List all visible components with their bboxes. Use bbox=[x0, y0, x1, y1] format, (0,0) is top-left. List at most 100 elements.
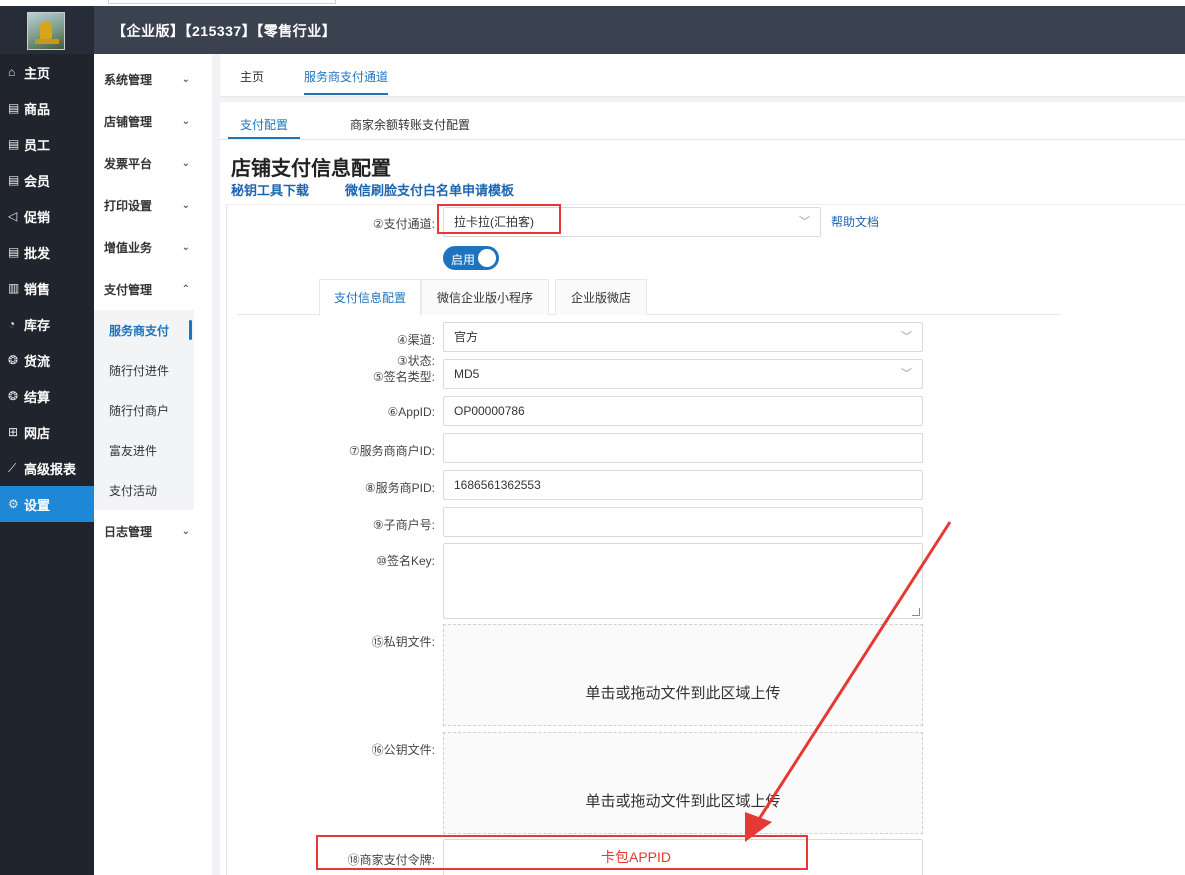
page-tab-bar: 主页 服务商支付通道 bbox=[220, 54, 1185, 96]
sidebar-item-label: 货流 bbox=[24, 353, 51, 369]
token-highlight-box bbox=[316, 835, 808, 870]
subnav-item-sxf-onboarding[interactable]: 随行付进件 bbox=[94, 350, 194, 390]
subnav-group-store[interactable]: 店铺管理 ⌄ bbox=[94, 100, 212, 142]
subnav-item-provider-payment[interactable]: 服务商支付 bbox=[94, 310, 194, 350]
sidebar-item-reports[interactable]: ⟋ 高级报表 bbox=[0, 450, 94, 486]
tab-balance-transfer-config[interactable]: 商家余额转账支付配置 bbox=[350, 116, 470, 133]
sidebar-item-online-store[interactable]: ⊞ 网店 bbox=[0, 414, 94, 450]
sidebar-item-staff[interactable]: ▤ 员工 bbox=[0, 126, 94, 162]
promotion-icon: ◁ bbox=[8, 209, 18, 223]
status-toggle-text: 启用 bbox=[451, 253, 476, 267]
subnav-item-payment-activity[interactable]: 支付活动 bbox=[94, 470, 194, 510]
tab-wechat-mini-program[interactable]: 微信企业版小程序 bbox=[421, 279, 549, 315]
channel-highlight-box bbox=[437, 204, 561, 234]
chevron-down-icon: ⌄ bbox=[181, 73, 190, 85]
toggle-knob bbox=[478, 249, 496, 267]
subnav-group-label: 增值业务 bbox=[104, 240, 153, 255]
sidebar-item-settings[interactable]: ⚙ 设置 bbox=[0, 486, 94, 522]
config-tab-bar: 支付配置 商家余额转账支付配置 bbox=[220, 102, 1185, 140]
merchant-id-input[interactable] bbox=[443, 433, 923, 463]
sidebar-item-label: 销售 bbox=[24, 281, 51, 297]
chevron-down-icon: ⌄ bbox=[181, 157, 190, 169]
channel-label: ②支付通道: bbox=[372, 217, 435, 231]
logo-area bbox=[0, 6, 94, 54]
chevron-down-icon: ⌄ bbox=[181, 241, 190, 253]
pid-input[interactable]: 1686561362553 bbox=[443, 470, 923, 500]
gift-icon: ⊞ bbox=[8, 425, 19, 439]
sign-key-label: ⑩签名Key: bbox=[376, 554, 435, 568]
token-annotation: 卡包APPID bbox=[601, 849, 672, 865]
staff-icon: ▤ bbox=[8, 137, 20, 151]
chevron-down-icon: ⌄ bbox=[181, 525, 190, 537]
sub-merchant-input[interactable] bbox=[443, 507, 923, 537]
appid-input[interactable]: OP00000786 bbox=[443, 396, 923, 426]
bar-chart-icon: ▥ bbox=[8, 281, 20, 295]
sidebar-item-label: 促销 bbox=[24, 209, 51, 225]
subnav-group-payment[interactable]: 支付管理 ⌃ bbox=[94, 268, 212, 310]
sidebar-item-label: 会员 bbox=[24, 173, 51, 189]
sidebar-item-products[interactable]: ▤ 商品 bbox=[0, 90, 94, 126]
sign-type-select[interactable]: MD5 ﹀ bbox=[443, 359, 923, 389]
resize-grip-icon[interactable] bbox=[912, 608, 920, 616]
appid-label: ⑥AppID: bbox=[387, 405, 435, 419]
subnav-group-label: 支付管理 bbox=[104, 282, 153, 297]
tab-provider-payment-channel[interactable]: 服务商支付通道 bbox=[304, 68, 389, 95]
subnav-group-value-added[interactable]: 增值业务 ⌄ bbox=[94, 226, 212, 268]
subnav-item-sxf-merchants[interactable]: 随行付商户 bbox=[94, 390, 194, 430]
tab-payment-info-config[interactable]: 支付信息配置 bbox=[319, 279, 421, 316]
chevron-down-icon: ⌄ bbox=[181, 199, 190, 211]
route-select[interactable]: 官方 ﹀ bbox=[443, 322, 923, 352]
subnav-group-invoice[interactable]: 发票平台 ⌄ bbox=[94, 142, 212, 184]
sidebar-item-settlement[interactable]: ❂ 结算 bbox=[0, 378, 94, 414]
members-icon: ▤ bbox=[8, 173, 20, 187]
sign-type-value: MD5 bbox=[454, 367, 480, 381]
private-key-upload[interactable]: 单击或拖动文件到此区域上传 bbox=[443, 624, 923, 726]
key-tool-download-link[interactable]: 秘钥工具下载 bbox=[231, 180, 309, 199]
sidebar-item-promotion[interactable]: ◁ 促销 bbox=[0, 198, 94, 234]
sidebar-item-inventory[interactable]: ◔ 库存 bbox=[0, 306, 94, 342]
sidebar-item-home[interactable]: ⌂ 主页 bbox=[0, 54, 94, 90]
settlement-icon: ❂ bbox=[8, 389, 19, 403]
line-chart-icon: ⟋ bbox=[8, 460, 17, 475]
sidebar-item-label: 网店 bbox=[24, 425, 51, 441]
help-docs-link[interactable]: 帮助文档 bbox=[831, 213, 879, 230]
chevron-down-icon: ﹀ bbox=[901, 331, 912, 343]
address-bar-fragment bbox=[108, 0, 336, 4]
tab-payment-config[interactable]: 支付配置 bbox=[227, 116, 301, 139]
tab-enterprise-micro-store[interactable]: 企业版微店 bbox=[555, 279, 647, 315]
sign-type-label: ⑤签名类型: bbox=[372, 370, 435, 384]
subnav-group-system[interactable]: 系统管理 ⌄ bbox=[94, 58, 212, 100]
sidebar-item-label: 高级报表 bbox=[24, 461, 77, 477]
logistics-icon: ❂ bbox=[8, 353, 19, 367]
face-pay-whitelist-template-link[interactable]: 微信刷脸支付白名单申请模板 bbox=[345, 180, 514, 199]
app-header: 【企业版】【215337】【零售行业】 bbox=[0, 6, 1185, 54]
sidebar-item-label: 设置 bbox=[24, 497, 51, 513]
subnav-group-label: 发票平台 bbox=[104, 156, 153, 171]
chevron-down-icon: ⌄ bbox=[181, 115, 190, 127]
page-title: 店铺支付信息配置 bbox=[231, 158, 391, 180]
subnav-group-print[interactable]: 打印设置 ⌄ bbox=[94, 184, 212, 226]
sidebar-item-label: 结算 bbox=[24, 389, 51, 405]
sidebar-item-members[interactable]: ▤ 会员 bbox=[0, 162, 94, 198]
chevron-up-icon: ⌃ bbox=[181, 283, 190, 295]
sign-key-textarea[interactable] bbox=[443, 543, 923, 619]
sidebar-item-sales[interactable]: ▥ 销售 bbox=[0, 270, 94, 306]
subnav-group-label: 店铺管理 bbox=[104, 114, 153, 129]
home-icon: ⌂ bbox=[8, 65, 16, 79]
sidebar-item-label: 批发 bbox=[24, 245, 51, 261]
main-panel: 支付配置 商家余额转账支付配置 店铺支付信息配置 秘钥工具下载 微信刷脸支付白名… bbox=[220, 102, 1185, 875]
subnav-item-fuiou-onboarding[interactable]: 富友进件 bbox=[94, 430, 194, 470]
status-toggle[interactable]: 启用 bbox=[443, 246, 499, 270]
public-key-upload[interactable]: 单击或拖动文件到此区域上传 bbox=[443, 732, 923, 834]
company-logo[interactable] bbox=[27, 12, 65, 50]
private-key-label: ⑮私钥文件: bbox=[371, 635, 435, 649]
sidebar-item-logistics[interactable]: ❂ 货流 bbox=[0, 342, 94, 378]
payment-config-form: ②支付通道: 拉卡拉(汇拍客) ﹀ 帮助文档 ③状态: 启用 支付信息配置 微信… bbox=[226, 204, 1185, 875]
sub-merchant-label: ⑨子商户号: bbox=[372, 518, 435, 532]
tab-home[interactable]: 主页 bbox=[240, 68, 264, 85]
sidebar-item-label: 库存 bbox=[24, 317, 51, 333]
pie-chart-icon: ◔ bbox=[8, 317, 16, 331]
sidebar-item-wholesale[interactable]: ▤ 批发 bbox=[0, 234, 94, 270]
subnav-group-logs[interactable]: 日志管理 ⌄ bbox=[94, 510, 212, 552]
payment-info-tab-bar: 支付信息配置 微信企业版小程序 企业版微店 bbox=[237, 279, 1061, 316]
